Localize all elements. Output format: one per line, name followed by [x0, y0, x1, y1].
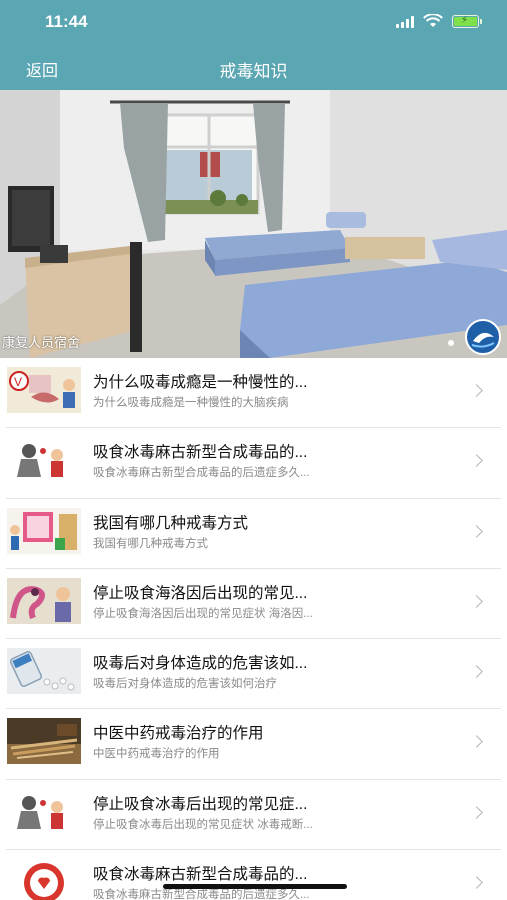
article-title: 吸食冰毒麻古新型合成毒品的... [93, 866, 308, 884]
list-item[interactable]: 停止吸食冰毒后出现的常见症... 停止吸食冰毒后出现的常见症状 冰毒戒断... [6, 780, 501, 851]
article-title: 为什么吸毒成瘾是一种慢性的... [93, 374, 308, 391]
carousel-page-indicator[interactable] [448, 340, 454, 346]
article-thumbnail [7, 859, 81, 900]
article-thumbnail [7, 788, 81, 835]
home-indicator[interactable] [163, 884, 347, 889]
article-thumbnail [7, 507, 81, 554]
article-subtitle: 停止吸食冰毒后出现的常见症状 冰毒戒断... [93, 818, 313, 831]
header: 11:44 ⚡ 返回 戒毒知识 [0, 0, 507, 90]
banner-carousel[interactable]: 康复人员宿舍 [0, 90, 507, 358]
list-item[interactable]: 吸毒后对身体造成的危害该如... 吸毒后对身体造成的危害该如何治疗 [6, 639, 501, 710]
article-thumbnail: V [7, 367, 81, 413]
chevron-right-icon [470, 454, 483, 468]
article-title: 我国有哪几种戒毒方式 [93, 514, 249, 532]
page-title: 戒毒知识 [219, 62, 288, 81]
chevron-right-icon [470, 384, 483, 397]
article-title: 停止吸食冰毒后出现的常见症... [93, 795, 308, 813]
article-title: 停止吸食海洛因后出现的常见... [93, 584, 308, 602]
chevron-right-icon [470, 524, 483, 538]
list-item[interactable]: 我国有哪几种戒毒方式 我国有哪几种戒毒方式 [6, 499, 501, 569]
banner-image [0, 90, 507, 358]
list-item[interactable]: 中医中药戒毒治疗的作用 中医中药戒毒治疗的作用 [6, 709, 501, 780]
list-item[interactable]: V 为什么吸毒成瘾是一种慢性的... 为什么吸毒成瘾是一种慢性的大脑疾病 [6, 358, 501, 429]
svg-text:V: V [14, 375, 22, 389]
banner-caption: 康复人员宿舍 [2, 335, 81, 350]
list-item[interactable]: 吸食冰毒麻古新型合成毒品的... 吸食冰毒麻古新型合成毒品的后遗症多久... [6, 850, 501, 900]
chevron-right-icon [470, 876, 483, 889]
article-subtitle: 停止吸食海洛因后出现的常见症状 海洛因... [93, 607, 313, 620]
article-subtitle: 为什么吸毒成瘾是一种慢性的大脑疾病 [93, 397, 289, 409]
wifi-icon [423, 14, 443, 27]
chevron-right-icon [470, 735, 483, 749]
status-icons: ⚡ [396, 14, 482, 28]
cellular-signal-icon [396, 15, 414, 28]
article-thumbnail [7, 648, 81, 695]
article-subtitle: 中医中药戒毒治疗的作用 [93, 748, 220, 761]
article-thumbnail [7, 437, 81, 484]
logo-icon [465, 319, 501, 355]
battery-icon: ⚡ [452, 14, 482, 28]
article-subtitle: 我国有哪几种戒毒方式 [93, 537, 208, 550]
chevron-right-icon [470, 665, 483, 679]
article-title: 吸食冰毒麻古新型合成毒品的... [93, 444, 308, 462]
article-list: V 为什么吸毒成瘾是一种慢性的... 为什么吸毒成瘾是一种慢性的大脑疾病 吸食冰… [0, 358, 507, 900]
list-item[interactable]: 吸食冰毒麻古新型合成毒品的... 吸食冰毒麻古新型合成毒品的后遗症多久... [6, 428, 501, 499]
back-button[interactable]: 返回 [26, 57, 58, 81]
status-time: 11:44 [45, 12, 88, 31]
article-thumbnail [7, 718, 81, 765]
article-subtitle: 吸毒后对身体造成的危害该如何治疗 [93, 678, 277, 691]
article-subtitle: 吸食冰毒麻古新型合成毒品的后遗症多久... [93, 467, 310, 480]
article-title: 中医中药戒毒治疗的作用 [93, 725, 264, 743]
chevron-right-icon [470, 595, 483, 608]
status-bar: 11:44 ⚡ [0, 0, 507, 44]
article-thumbnail [7, 577, 81, 624]
list-item[interactable]: 停止吸食海洛因后出现的常见... 停止吸食海洛因后出现的常见症状 海洛因... [6, 569, 501, 640]
article-title: 吸毒后对身体造成的危害该如... [93, 655, 308, 673]
chevron-right-icon [470, 805, 483, 819]
